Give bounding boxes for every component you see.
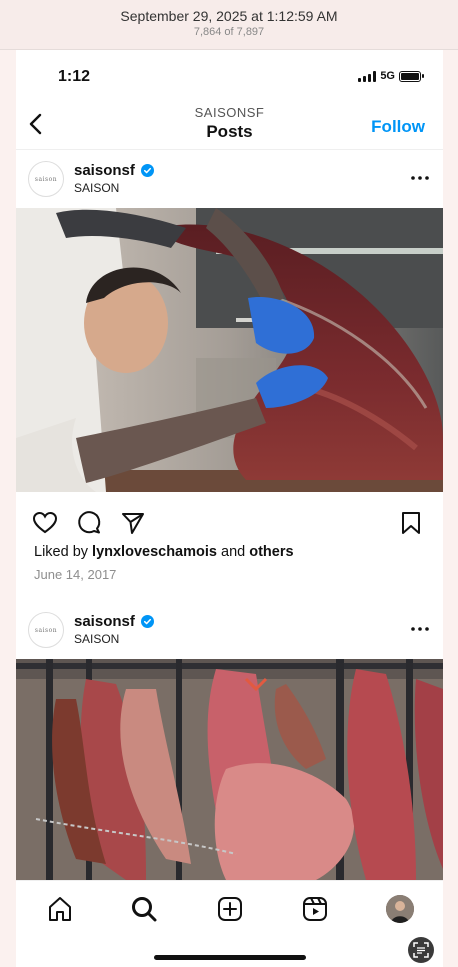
posts-header: SAISONSF Posts Follow (16, 100, 443, 150)
signal-icon (358, 70, 377, 82)
avatar[interactable]: saison (28, 612, 64, 648)
follow-button[interactable]: Follow (371, 117, 425, 137)
more-options-icon[interactable] (409, 625, 431, 633)
status-time: 1:12 (58, 68, 91, 85)
verified-badge-icon (140, 615, 154, 628)
account-name: SAISON (74, 181, 120, 195)
profile-avatar[interactable] (386, 895, 414, 923)
battery-icon (399, 70, 424, 82)
more-options-icon[interactable] (409, 174, 431, 182)
live-text-scan-button[interactable] (408, 937, 434, 963)
post-header: saison saisonsf SAISON (16, 601, 443, 659)
reels-icon[interactable] (301, 895, 329, 923)
post-actions (16, 502, 443, 542)
share-icon[interactable] (120, 510, 146, 536)
screenshot-date: September 29, 2025 at 1:12:59 AM (120, 8, 338, 24)
heart-icon[interactable] (32, 510, 58, 536)
network-type: 5G (380, 70, 395, 82)
likes-and: and (221, 544, 246, 560)
liked-by-user-link[interactable]: lynxloveschamois (92, 544, 217, 560)
hanging-meat-photo (16, 659, 443, 880)
avatar[interactable]: saison (28, 161, 64, 197)
likes-others-link[interactable]: others (249, 544, 293, 560)
status-icons: 5G (358, 70, 424, 82)
home-icon[interactable] (46, 895, 74, 923)
username[interactable]: saisonsf (74, 613, 135, 630)
screenshot-count: 7,864 of 7,897 (193, 26, 265, 38)
create-icon[interactable] (216, 895, 244, 923)
verified-badge-icon (140, 164, 154, 177)
status-bar: 1:12 5G (16, 50, 443, 100)
phone-screen: 1:12 5G SAISONSF Posts Follow saison sai… (16, 50, 443, 967)
post-header: saison saisonsf SAISON (16, 150, 443, 208)
likes-prefix: Liked by (34, 544, 89, 560)
profile-photo (386, 895, 414, 923)
post-image[interactable] (16, 208, 443, 492)
post-date: June 14, 2017 (34, 567, 117, 582)
bookmark-icon[interactable] (398, 510, 424, 536)
bottom-tab-bar (16, 880, 443, 935)
search-icon[interactable] (130, 895, 158, 923)
screenshot-info-bar: September 29, 2025 at 1:12:59 AM 7,864 o… (0, 0, 458, 50)
home-indicator (154, 955, 306, 960)
username[interactable]: saisonsf (74, 162, 135, 179)
chef-butchering-photo (16, 208, 443, 492)
account-name: SAISON (74, 632, 120, 646)
post-image[interactable] (16, 659, 443, 880)
comment-icon[interactable] (76, 510, 102, 536)
scan-text-icon (413, 942, 429, 958)
likes-summary: Liked by lynxloveschamois and others (34, 544, 294, 560)
